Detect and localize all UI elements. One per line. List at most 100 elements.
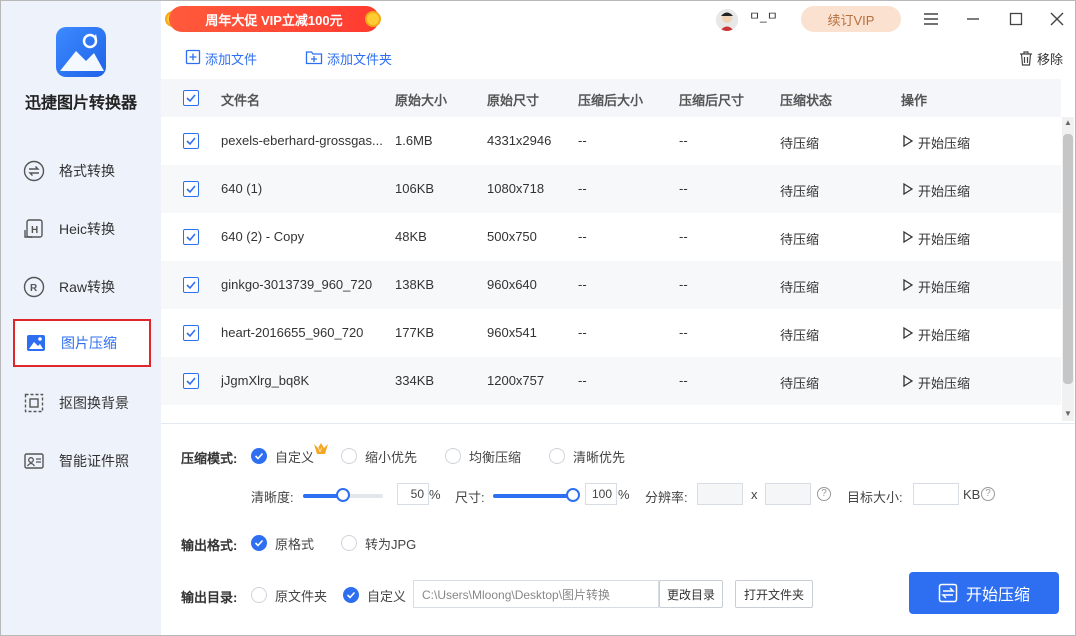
scroll-down-icon[interactable]: ▼ xyxy=(1064,410,1072,418)
cell-status: 待压缩 xyxy=(780,136,820,151)
cell-cdim: -- xyxy=(679,229,688,244)
close-icon[interactable] xyxy=(1047,9,1067,29)
select-all-checkbox[interactable] xyxy=(183,90,199,106)
start-compress-row-button[interactable]: 开始压缩 xyxy=(903,181,970,200)
svg-text:V: V xyxy=(318,448,322,454)
resolution-height-input[interactable] xyxy=(765,483,811,505)
cutout-icon xyxy=(23,392,45,414)
size-slider-thumb[interactable] xyxy=(566,488,580,502)
cell-cdim: -- xyxy=(679,277,688,292)
mode-radio-clarity[interactable] xyxy=(549,448,565,464)
maximize-icon[interactable] xyxy=(1006,9,1026,29)
start-compress-row-button[interactable]: 开始压缩 xyxy=(903,373,970,392)
start-compress-row-button[interactable]: 开始压缩 xyxy=(903,277,970,296)
scroll-up-icon[interactable]: ▲ xyxy=(1064,119,1072,127)
clarity-slider-thumb[interactable] xyxy=(336,488,350,502)
mode-clarity-label[interactable]: 清晰优先 xyxy=(573,447,625,466)
id-photo-icon xyxy=(23,450,45,472)
toolbar: 添加文件 添加文件夹 移除 xyxy=(161,39,1075,79)
cell-size: 48KB xyxy=(395,229,427,244)
sidebar-item-image-compress[interactable]: 图片压缩 xyxy=(13,319,151,367)
column-header-dim[interactable]: 原始尺寸 xyxy=(487,90,539,109)
dir-radio-original[interactable] xyxy=(251,587,267,603)
dir-original-label[interactable]: 原文件夹 xyxy=(275,586,327,605)
start-compress-button[interactable]: 开始压缩 xyxy=(909,572,1059,614)
help-icon[interactable]: ? xyxy=(981,487,995,501)
swap-icon xyxy=(23,160,45,182)
promo-banner[interactable]: 周年大促 VIP立减100元 xyxy=(169,6,379,32)
clarity-slider[interactable] xyxy=(303,488,383,502)
table-header: 文件名 原始大小 原始尺寸 压缩后大小 压缩后尺寸 压缩状态 操作 xyxy=(161,79,1061,117)
mode-smaller-label[interactable]: 缩小优先 xyxy=(365,447,417,466)
remove-button[interactable]: 移除 xyxy=(1019,49,1063,68)
cell-status: 待压缩 xyxy=(780,232,820,247)
size-slider[interactable] xyxy=(493,488,580,502)
dir-radio-custom[interactable] xyxy=(343,587,359,603)
cell-size: 1.6MB xyxy=(395,133,433,148)
row-checkbox[interactable] xyxy=(183,181,199,197)
column-header-size[interactable]: 原始大小 xyxy=(395,90,447,109)
sidebar-item-label: Heic转换 xyxy=(59,221,116,237)
row-checkbox[interactable] xyxy=(183,325,199,341)
avatar[interactable] xyxy=(716,9,738,31)
row-checkbox[interactable] xyxy=(183,229,199,245)
menu-icon[interactable] xyxy=(921,9,941,29)
file-table: 文件名 原始大小 原始尺寸 压缩后大小 压缩后尺寸 压缩状态 操作 pexels… xyxy=(161,79,1075,423)
resolution-width-input[interactable] xyxy=(697,483,743,505)
mode-radio-balanced[interactable] xyxy=(445,448,461,464)
sidebar-item-raw[interactable]: R Raw转换 xyxy=(13,263,151,311)
cell-name: jJgmXlrg_bq8K xyxy=(221,373,310,388)
sidebar-item-heic[interactable]: H Heic转换 xyxy=(13,205,151,253)
target-size-label: 目标大小: xyxy=(847,490,903,505)
sidebar-item-id-photo[interactable]: 智能证件照 xyxy=(13,437,151,485)
format-jpg-label[interactable]: 转为JPG xyxy=(365,534,416,553)
table-row[interactable]: 640 (2) - Copy 48KB 500x750 -- -- 待压缩 开始压缩 xyxy=(161,213,1061,261)
table-row[interactable]: ginkgo-3013739_960_720 138KB 960x640 -- -- 待压… xyxy=(161,261,1061,309)
minimize-icon[interactable] xyxy=(963,9,983,29)
format-radio-jpg[interactable] xyxy=(341,535,357,551)
column-header-compressed-size[interactable]: 压缩后大小 xyxy=(578,90,643,109)
table-row[interactable]: pexels-eberhard-grossgas... 1.6MB 4331x294… xyxy=(161,117,1061,165)
sidebar-item-format-convert[interactable]: 格式转换 xyxy=(13,147,151,195)
help-icon[interactable]: ? xyxy=(817,487,831,501)
table-row[interactable]: jJgmXlrg_bq8K 334KB 1200x757 -- -- 待压缩 开始压缩 xyxy=(161,357,1061,405)
output-path-input[interactable]: C:\Users\Mloong\Desktop\图片转换 xyxy=(413,580,659,608)
mode-custom-label[interactable]: 自定义 xyxy=(275,447,314,466)
table-row[interactable]: 640 (1) 106KB 1080x718 -- -- 待压缩 开始压缩 xyxy=(161,165,1061,213)
cell-csize: -- xyxy=(578,277,587,292)
cell-cdim: -- xyxy=(679,373,688,388)
table-row[interactable]: heart-2016655_960_720 177KB 960x541 -- -- 待压缩… xyxy=(161,309,1061,357)
size-input[interactable]: 100 xyxy=(585,483,617,505)
play-icon xyxy=(903,134,914,150)
renew-vip-button[interactable]: 续订VIP xyxy=(801,6,901,32)
open-folder-button[interactable]: 打开文件夹 xyxy=(735,580,813,608)
cell-csize: -- xyxy=(578,373,587,388)
coin-icon xyxy=(365,11,381,27)
cell-size: 138KB xyxy=(395,277,435,292)
format-radio-original[interactable] xyxy=(251,535,267,551)
row-checkbox[interactable] xyxy=(183,373,199,389)
mode-radio-smaller[interactable] xyxy=(341,448,357,464)
start-compress-row-button[interactable]: 开始压缩 xyxy=(903,133,970,152)
dir-custom-label[interactable]: 自定义 xyxy=(367,586,406,605)
cell-dim: 960x640 xyxy=(487,277,537,292)
image-compress-icon xyxy=(25,332,47,354)
format-original-label[interactable]: 原格式 xyxy=(275,534,314,553)
row-checkbox[interactable] xyxy=(183,277,199,293)
change-dir-button[interactable]: 更改目录 xyxy=(659,580,723,608)
clarity-input[interactable]: 50 xyxy=(397,483,429,505)
sidebar-item-cutout[interactable]: 抠图换背景 xyxy=(13,379,151,427)
start-compress-row-button[interactable]: 开始压缩 xyxy=(903,325,970,344)
cell-status: 待压缩 xyxy=(780,376,820,391)
mode-radio-custom[interactable] xyxy=(251,448,267,464)
row-checkbox[interactable] xyxy=(183,133,199,149)
column-header-action: 操作 xyxy=(901,93,928,108)
start-compress-row-button[interactable]: 开始压缩 xyxy=(903,229,970,248)
target-size-input[interactable] xyxy=(913,483,959,505)
column-header-name[interactable]: 文件名 xyxy=(221,90,260,109)
scrollbar-thumb[interactable] xyxy=(1063,134,1073,384)
add-folder-button[interactable]: 添加文件夹 xyxy=(305,49,392,68)
add-file-button[interactable]: 添加文件 xyxy=(185,49,257,68)
column-header-compressed-dim[interactable]: 压缩后尺寸 xyxy=(679,90,744,109)
mode-balanced-label[interactable]: 均衡压缩 xyxy=(469,447,521,466)
